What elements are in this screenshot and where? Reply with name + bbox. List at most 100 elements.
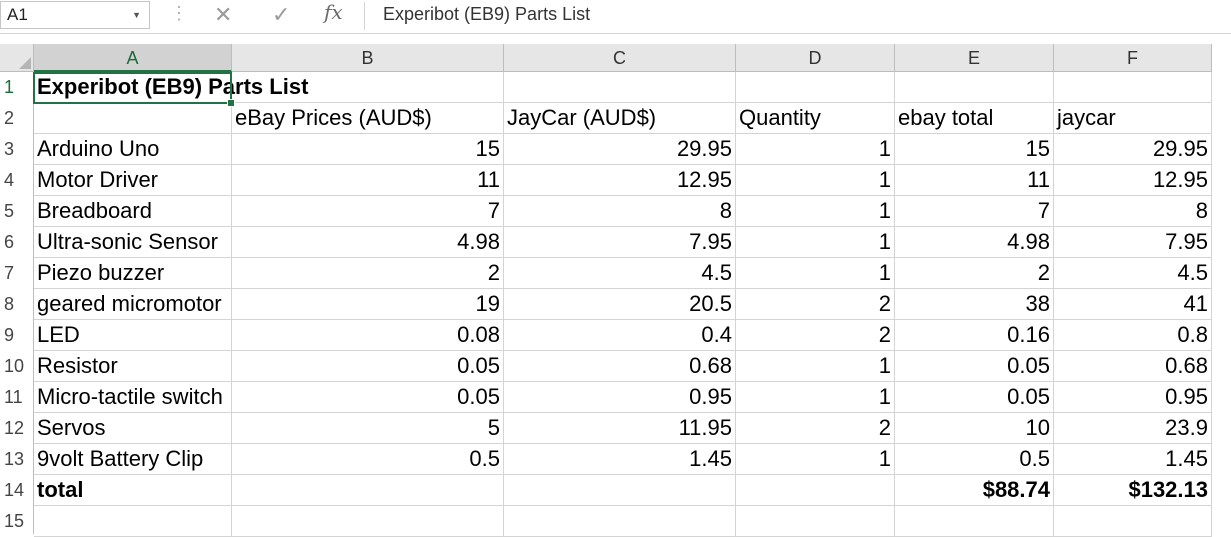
cell-d12[interactable]: 2 — [736, 413, 895, 444]
cell-b13[interactable]: 0.5 — [232, 444, 504, 475]
cell-d14[interactable] — [736, 475, 895, 506]
row-header-12[interactable]: 12 — [0, 413, 34, 444]
cell-b12[interactable]: 5 — [232, 413, 504, 444]
cell-b15[interactable] — [232, 506, 504, 537]
cell-f4[interactable]: 12.95 — [1054, 165, 1212, 196]
cell-f2[interactable]: jaycar — [1054, 103, 1212, 134]
cell-a13[interactable]: 9volt Battery Clip — [34, 444, 232, 475]
name-box[interactable]: A1 ▼ — [0, 1, 150, 29]
cell-b8[interactable]: 19 — [232, 289, 504, 320]
cell-c15[interactable] — [504, 506, 736, 537]
cancel-icon[interactable]: ✕ — [214, 2, 232, 28]
cell-f3[interactable]: 29.95 — [1054, 134, 1212, 165]
cell-f7[interactable]: 4.5 — [1054, 258, 1212, 289]
cell-d4[interactable]: 1 — [736, 165, 895, 196]
cell-e8[interactable]: 38 — [895, 289, 1054, 320]
cell-e15[interactable] — [895, 506, 1054, 537]
insert-function-icon[interactable]: fx — [324, 0, 343, 24]
cell-e11[interactable]: 0.05 — [895, 382, 1054, 413]
cell-a8[interactable]: geared micromotor — [34, 289, 232, 320]
cell-c1[interactable] — [504, 72, 736, 103]
row-header-5[interactable]: 5 — [0, 196, 34, 227]
column-header-f[interactable]: F — [1054, 44, 1212, 72]
cell-b10[interactable]: 0.05 — [232, 351, 504, 382]
cell-e10[interactable]: 0.05 — [895, 351, 1054, 382]
row-header-10[interactable]: 10 — [0, 351, 34, 382]
column-header-c[interactable]: C — [504, 44, 736, 72]
cell-c8[interactable]: 20.5 — [504, 289, 736, 320]
row-header-8[interactable]: 8 — [0, 289, 34, 320]
cell-c9[interactable]: 0.4 — [504, 320, 736, 351]
cell-f12[interactable]: 23.9 — [1054, 413, 1212, 444]
cell-c12[interactable]: 11.95 — [504, 413, 736, 444]
cell-f6[interactable]: 7.95 — [1054, 227, 1212, 258]
cell-e14[interactable]: $88.74 — [895, 475, 1054, 506]
row-header-13[interactable]: 13 — [0, 444, 34, 475]
cell-a12[interactable]: Servos — [34, 413, 232, 444]
row-header-7[interactable]: 7 — [0, 258, 34, 289]
cell-a4[interactable]: Motor Driver — [34, 165, 232, 196]
cell-b14[interactable] — [232, 475, 504, 506]
cell-d5[interactable]: 1 — [736, 196, 895, 227]
cell-b6[interactable]: 4.98 — [232, 227, 504, 258]
cell-f11[interactable]: 0.95 — [1054, 382, 1212, 413]
cell-f1[interactable] — [1054, 72, 1212, 103]
row-header-4[interactable]: 4 — [0, 165, 34, 196]
column-header-a[interactable]: A — [34, 44, 232, 72]
cell-d8[interactable]: 2 — [736, 289, 895, 320]
cell-e7[interactable]: 2 — [895, 258, 1054, 289]
cell-e5[interactable]: 7 — [895, 196, 1054, 227]
cell-c2[interactable]: JayCar (AUD$) — [504, 103, 736, 134]
cell-e1[interactable] — [895, 72, 1054, 103]
cell-f14[interactable]: $132.13 — [1054, 475, 1212, 506]
cell-a2[interactable] — [34, 103, 232, 134]
cell-b9[interactable]: 0.08 — [232, 320, 504, 351]
cell-a7[interactable]: Piezo buzzer — [34, 258, 232, 289]
cell-a11[interactable]: Micro-tactile switch — [34, 382, 232, 413]
row-header-1[interactable]: 1 — [0, 72, 34, 103]
cell-d3[interactable]: 1 — [736, 134, 895, 165]
cell-d2[interactable]: Quantity — [736, 103, 895, 134]
row-header-2[interactable]: 2 — [0, 103, 34, 134]
cell-c10[interactable]: 0.68 — [504, 351, 736, 382]
cell-b3[interactable]: 15 — [232, 134, 504, 165]
enter-icon[interactable]: ✓ — [272, 2, 290, 28]
cell-b7[interactable]: 2 — [232, 258, 504, 289]
cell-b4[interactable]: 11 — [232, 165, 504, 196]
select-all-corner[interactable] — [0, 44, 34, 72]
cell-e12[interactable]: 10 — [895, 413, 1054, 444]
row-header-11[interactable]: 11 — [0, 382, 34, 413]
cell-d10[interactable]: 1 — [736, 351, 895, 382]
chevron-down-icon[interactable]: ▼ — [132, 2, 141, 28]
formula-input[interactable]: Experibot (EB9) Parts List — [383, 4, 590, 25]
cell-d1[interactable] — [736, 72, 895, 103]
cell-e2[interactable]: ebay total — [895, 103, 1054, 134]
column-header-e[interactable]: E — [895, 44, 1054, 72]
cell-c5[interactable]: 8 — [504, 196, 736, 227]
cell-a3[interactable]: Arduino Uno — [34, 134, 232, 165]
cell-e9[interactable]: 0.16 — [895, 320, 1054, 351]
row-header-14[interactable]: 14 — [0, 475, 34, 506]
cell-c11[interactable]: 0.95 — [504, 382, 736, 413]
row-header-6[interactable]: 6 — [0, 227, 34, 258]
cell-a14[interactable]: total — [34, 475, 232, 506]
cell-d6[interactable]: 1 — [736, 227, 895, 258]
cell-d15[interactable] — [736, 506, 895, 537]
row-header-9[interactable]: 9 — [0, 320, 34, 351]
cell-e3[interactable]: 15 — [895, 134, 1054, 165]
cell-a15[interactable] — [34, 506, 232, 537]
cell-b2[interactable]: eBay Prices (AUD$) — [232, 103, 504, 134]
cell-e13[interactable]: 0.5 — [895, 444, 1054, 475]
cell-f13[interactable]: 1.45 — [1054, 444, 1212, 475]
cell-a5[interactable]: Breadboard — [34, 196, 232, 227]
cell-f8[interactable]: 41 — [1054, 289, 1212, 320]
cell-d11[interactable]: 1 — [736, 382, 895, 413]
cell-d9[interactable]: 2 — [736, 320, 895, 351]
cell-a10[interactable]: Resistor — [34, 351, 232, 382]
cell-f15[interactable] — [1054, 506, 1212, 537]
column-header-d[interactable]: D — [736, 44, 895, 72]
cell-a1[interactable]: Experibot (EB9) Parts List — [34, 72, 308, 103]
cell-f10[interactable]: 0.68 — [1054, 351, 1212, 382]
cell-f5[interactable]: 8 — [1054, 196, 1212, 227]
cell-c14[interactable] — [504, 475, 736, 506]
